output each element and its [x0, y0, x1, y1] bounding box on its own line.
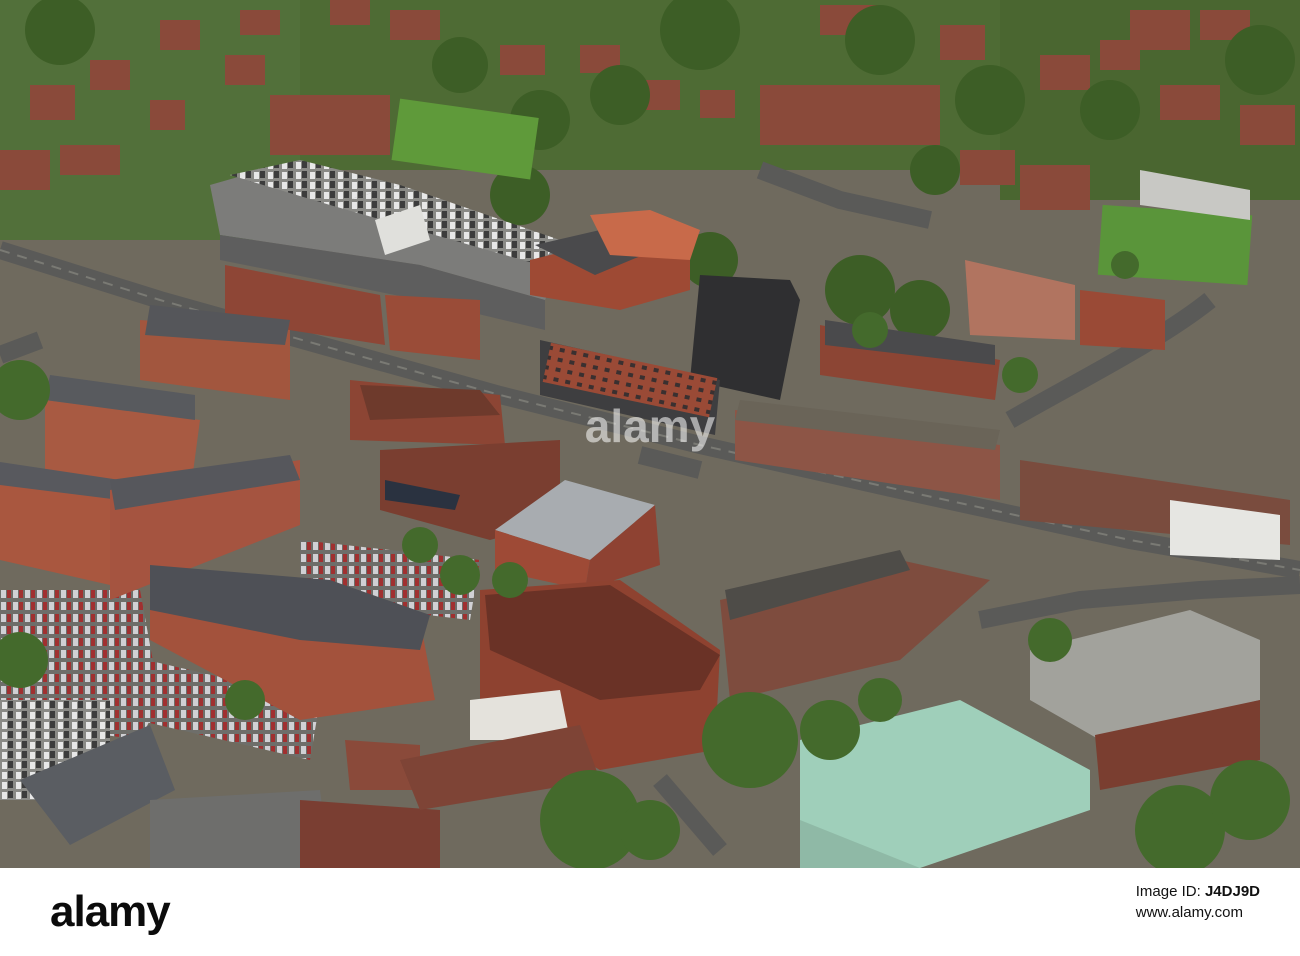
footer-bar: alamy Image ID: J4DJ9D www.alamy.com [0, 868, 1300, 956]
image-id-label: Image ID: [1135, 883, 1201, 900]
image-id-line: Image ID: J4DJ9D [1136, 882, 1260, 902]
aerial-photo: alamy [0, 0, 1300, 868]
brand-logo-text: alamy [50, 887, 171, 936]
alamy-logo[interactable]: alamy [50, 886, 250, 936]
image-meta: Image ID: J4DJ9D www.alamy.com [1136, 882, 1260, 924]
site-url[interactable]: www.alamy.com [1136, 902, 1260, 924]
aerial-town-centre-illustration: alamy [0, 0, 1300, 868]
watermark-text: alamy [585, 400, 716, 452]
image-id-value: J4DJ9D [1204, 883, 1260, 900]
